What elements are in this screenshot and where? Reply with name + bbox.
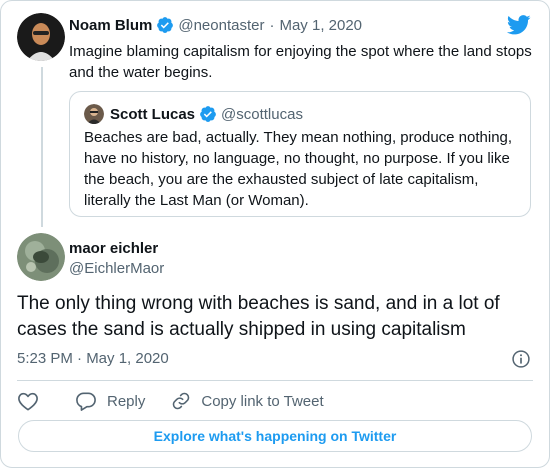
author-handle: @scottlucas xyxy=(221,105,303,123)
parent-tweet-header: Noam Blum @neontaster · May 1, 2020 xyxy=(69,16,362,34)
tweet-timestamp[interactable]: 5:23 PM · May 1, 2020 xyxy=(17,350,169,367)
tweet-date[interactable]: May 1, 2020 xyxy=(279,17,362,34)
copy-link-button[interactable]: Copy link to Tweet xyxy=(171,391,324,411)
link-icon xyxy=(173,392,190,410)
author-name: Scott Lucas xyxy=(110,105,196,123)
divider xyxy=(17,380,533,381)
twitter-bird-icon[interactable] xyxy=(507,15,531,35)
verified-badge-icon xyxy=(157,17,174,33)
main-tweet-header: maor eichler @EichlerMaor xyxy=(69,239,164,279)
avatar xyxy=(84,104,104,124)
verified-badge-icon xyxy=(200,106,216,122)
quoted-tweet[interactable]: Scott Lucas @scottlucas Beaches are bad,… xyxy=(69,91,531,217)
avatar[interactable] xyxy=(17,233,65,281)
tweet-actions: Reply Copy link to Tweet xyxy=(17,390,350,412)
avatar[interactable] xyxy=(17,13,65,61)
explore-button[interactable]: Explore what's happening on Twitter xyxy=(18,420,532,452)
thread-connector-line xyxy=(41,67,43,227)
reply-button[interactable]: Reply xyxy=(75,391,145,411)
reply-icon xyxy=(76,392,96,411)
reply-label: Reply xyxy=(107,392,146,410)
parent-tweet-text: Imagine blaming capitalism for enjoying … xyxy=(69,43,532,81)
quoted-tweet-header: Scott Lucas @scottlucas xyxy=(84,104,303,124)
author-name[interactable]: maor eichler xyxy=(69,239,164,259)
separator-dot: · xyxy=(269,16,275,34)
author-handle[interactable]: @EichlerMaor xyxy=(69,259,164,279)
main-tweet-text: The only thing wrong with beaches is san… xyxy=(17,293,500,340)
author-name[interactable]: Noam Blum xyxy=(69,17,152,34)
embedded-tweet-card: Noam Blum @neontaster · May 1, 2020 Imag… xyxy=(0,0,550,468)
copy-link-label: Copy link to Tweet xyxy=(201,392,324,410)
like-button[interactable] xyxy=(17,391,49,411)
heart-icon xyxy=(18,392,38,411)
author-handle[interactable]: @neontaster xyxy=(178,17,264,34)
info-icon[interactable] xyxy=(511,349,531,369)
quoted-tweet-text: Beaches are bad, actually. They mean not… xyxy=(84,129,513,209)
